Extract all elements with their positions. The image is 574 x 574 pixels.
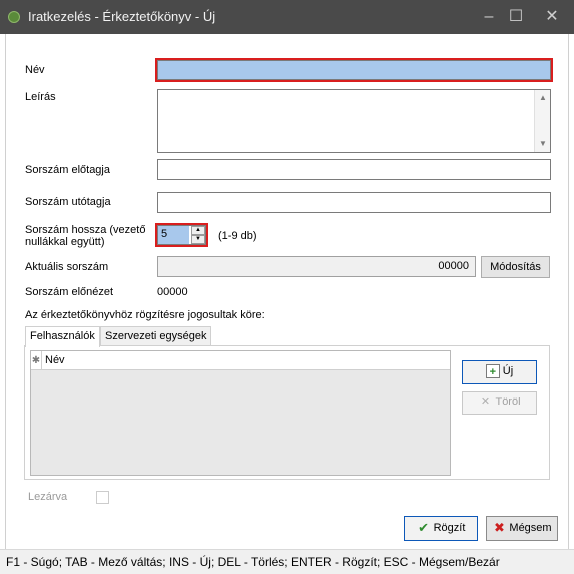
permissions-label: Az érkeztetőkönyvhöz rögzítésre jogosult… — [25, 309, 265, 321]
minimize-icon[interactable]: – — [478, 6, 500, 28]
window-titlebar: Iratkezelés - Érkeztetőkönyv - Új – ☐ ✕ — [0, 0, 574, 34]
name-label: Név — [25, 64, 45, 76]
users-tab-panel: ✱ Név + Új ✕ Töröl — [24, 345, 550, 480]
status-bar: F1 - Súgó; TAB - Mező váltás; INS - Új; … — [0, 549, 574, 574]
modify-button[interactable]: Módosítás — [481, 256, 550, 278]
users-grid[interactable]: ✱ Név — [30, 350, 451, 476]
maximize-icon[interactable]: ☐ — [505, 6, 527, 28]
tab-org-units[interactable]: Szervezeti egységek — [100, 326, 211, 346]
grid-column-name[interactable]: Név — [45, 351, 65, 370]
length-spinner[interactable]: 5 ▲ ▼ — [157, 225, 206, 245]
cancel-x-icon: ✖ — [493, 520, 505, 536]
app-icon — [8, 11, 20, 23]
prefix-input[interactable] — [157, 159, 551, 180]
grid-header: ✱ Név — [31, 351, 450, 370]
spin-up-icon[interactable]: ▲ — [191, 226, 205, 235]
scroll-up-icon[interactable]: ▲ — [535, 90, 551, 106]
length-hint: (1-9 db) — [218, 230, 257, 242]
save-label: Rögzít — [433, 522, 466, 534]
suffix-label: Sorszám utótagja — [25, 196, 111, 208]
length-label: Sorszám hossza (vezető nullákkal együtt) — [25, 224, 146, 248]
window-title: Iratkezelés - Érkeztetőkönyv - Új — [28, 9, 216, 24]
name-input[interactable] — [157, 60, 551, 80]
preview-value: 00000 — [157, 286, 188, 298]
cancel-label: Mégsem — [509, 522, 552, 534]
preview-label: Sorszám előnézet — [25, 286, 114, 298]
description-scrollbar[interactable]: ▲ ▼ — [534, 90, 550, 152]
length-value[interactable]: 5 — [158, 226, 189, 244]
description-textarea[interactable]: ▲ ▼ — [157, 89, 551, 153]
description-label: Leírás — [25, 91, 56, 103]
save-button[interactable]: ✔ Rögzít — [404, 516, 478, 541]
suffix-input[interactable] — [157, 192, 551, 213]
current-number-field: 00000 — [157, 256, 476, 277]
new-row-asterisk-icon: ✱ — [31, 351, 42, 370]
delete-icon: ✕ — [480, 396, 491, 409]
prefix-label: Sorszám előtagja — [25, 164, 110, 176]
current-number-label: Aktuális sorszám — [25, 261, 109, 273]
tab-users[interactable]: Felhasználók — [25, 326, 100, 347]
checkmark-icon: ✔ — [418, 520, 430, 536]
delete-user-button: ✕ Töröl — [462, 391, 537, 415]
spin-down-icon[interactable]: ▼ — [191, 235, 205, 244]
closed-checkbox — [96, 491, 109, 504]
add-user-label: Új — [502, 365, 514, 377]
scroll-down-icon[interactable]: ▼ — [535, 136, 551, 152]
close-icon[interactable]: ✕ — [541, 6, 563, 28]
delete-user-label: Töröl — [495, 396, 521, 408]
closed-label: Lezárva — [28, 491, 68, 503]
add-user-button[interactable]: + Új — [462, 360, 537, 384]
cancel-button[interactable]: ✖ Mégsem — [486, 516, 558, 541]
add-icon: + — [485, 364, 500, 379]
